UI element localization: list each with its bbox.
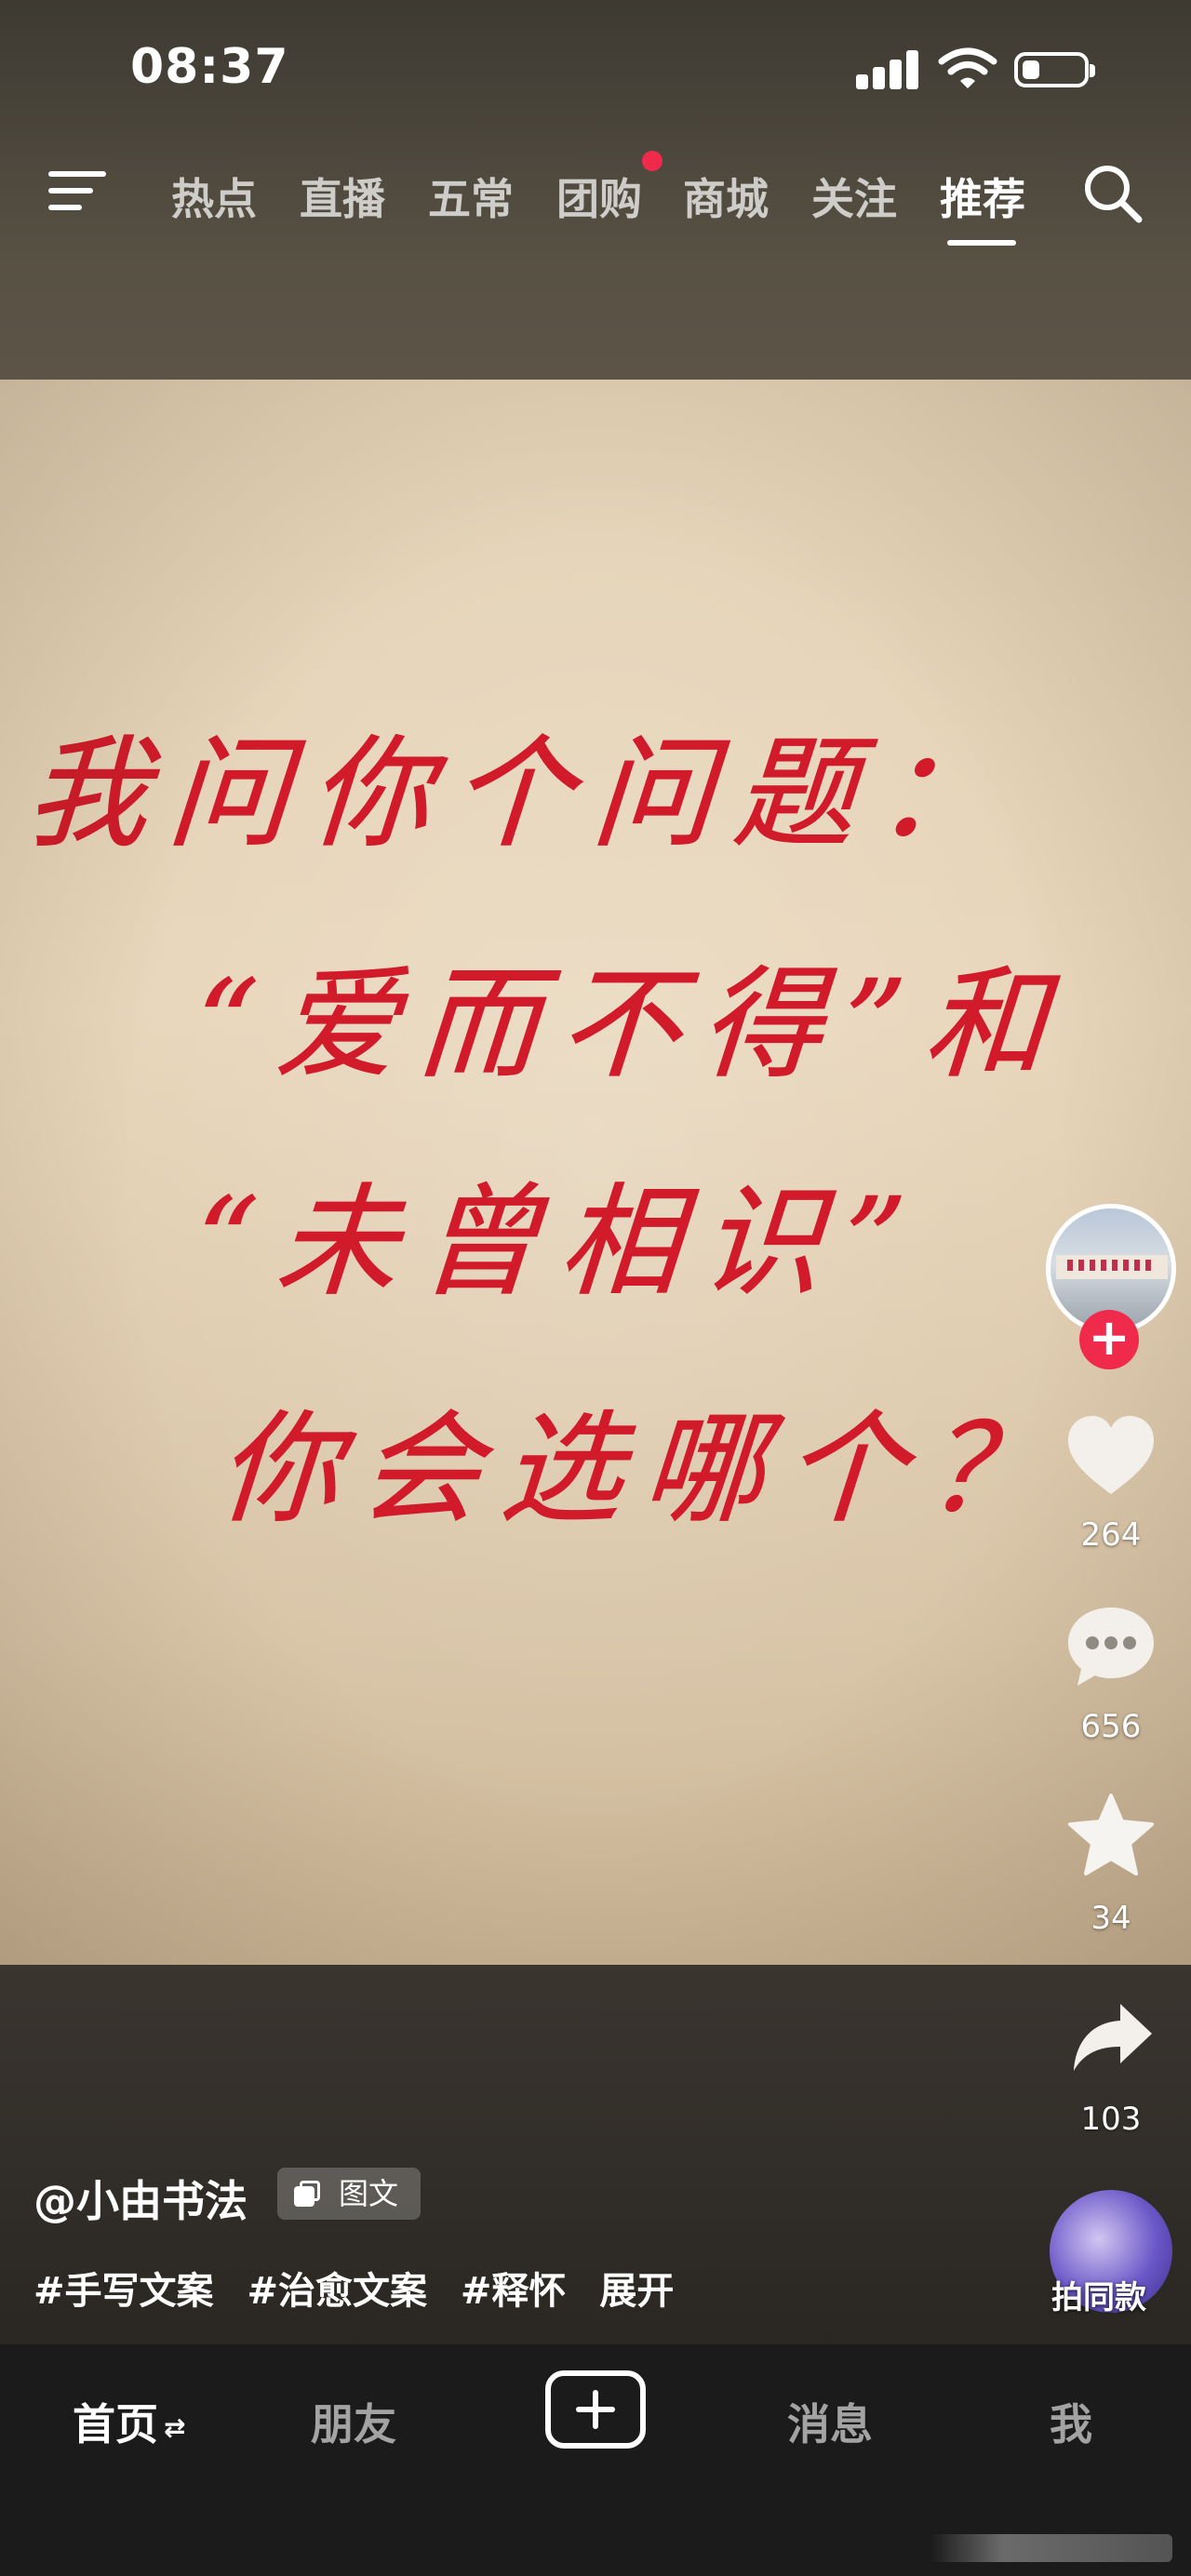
wifi-icon xyxy=(938,47,997,88)
post-image[interactable]: 我问你个问题： “爱而不得”和 “未曾相识” 你会选哪个？ xyxy=(0,380,1191,1965)
content-type-badge: 图文 xyxy=(277,2168,421,2220)
image-text-icon xyxy=(294,2181,320,2207)
tab-messages[interactable]: 消息 xyxy=(787,2391,873,2452)
handwritten-line-2: “爱而不得”和 xyxy=(189,954,1072,1096)
like-count: 264 xyxy=(1080,1516,1142,1554)
tab-mall[interactable]: 商城 xyxy=(683,166,769,227)
active-tab-indicator xyxy=(947,240,1016,246)
tab-recommend[interactable]: 推荐 xyxy=(940,166,1025,227)
hashtag[interactable]: #治愈文案 xyxy=(247,2270,427,2313)
tab-friends[interactable]: 朋友 xyxy=(311,2391,396,2452)
star-icon[interactable] xyxy=(1066,1792,1156,1877)
badge-label: 图文 xyxy=(339,2176,399,2211)
watermark xyxy=(930,2534,1172,2562)
heart-icon[interactable] xyxy=(1064,1412,1158,1498)
same-style-label[interactable]: 拍同款 xyxy=(1051,2272,1146,2317)
tab-home[interactable]: 首页 ⇄ xyxy=(73,2391,185,2452)
share-icon[interactable] xyxy=(1070,2000,1156,2075)
search-icon[interactable] xyxy=(1079,160,1144,225)
battery-icon xyxy=(1014,52,1095,87)
comment-count: 656 xyxy=(1080,1708,1142,1745)
notification-dot xyxy=(642,151,662,171)
comment-icon[interactable] xyxy=(1064,1602,1158,1691)
hashtag[interactable]: #手写文案 xyxy=(33,2270,214,2313)
share-count: 103 xyxy=(1080,2101,1142,2138)
status-time: 08:37 xyxy=(130,39,289,95)
handwritten-line-4: 你会选哪个？ xyxy=(213,1398,1073,1541)
cellular-signal-icon xyxy=(856,48,919,89)
tab-local[interactable]: 五常 xyxy=(428,166,514,227)
author-name[interactable]: @小由书法 xyxy=(33,2168,248,2229)
hashtag[interactable]: #释怀 xyxy=(461,2270,567,2313)
handwritten-line-1: 我问你个问题： xyxy=(21,723,1023,865)
tab-group-buy[interactable]: 团购 xyxy=(556,166,642,227)
tab-me[interactable]: 我 xyxy=(1050,2391,1092,2452)
create-post-button[interactable] xyxy=(545,2370,646,2449)
favorite-count: 34 xyxy=(1091,1900,1131,1937)
expand-link[interactable]: 展开 xyxy=(599,2270,674,2313)
tab-following[interactable]: 关注 xyxy=(811,166,897,227)
hashtag-row: #手写文案 #治愈文案 #释怀 展开 xyxy=(33,2261,694,2315)
tab-home-label: 首页 xyxy=(73,2399,158,2449)
follow-button[interactable]: + xyxy=(1079,1310,1139,1369)
tab-hot[interactable]: 热点 xyxy=(171,166,257,227)
menu-icon[interactable] xyxy=(48,167,106,214)
refresh-icon: ⇄ xyxy=(164,2412,186,2443)
tab-live[interactable]: 直播 xyxy=(300,166,385,227)
handwritten-line-3: “未曾相识” xyxy=(189,1171,930,1314)
